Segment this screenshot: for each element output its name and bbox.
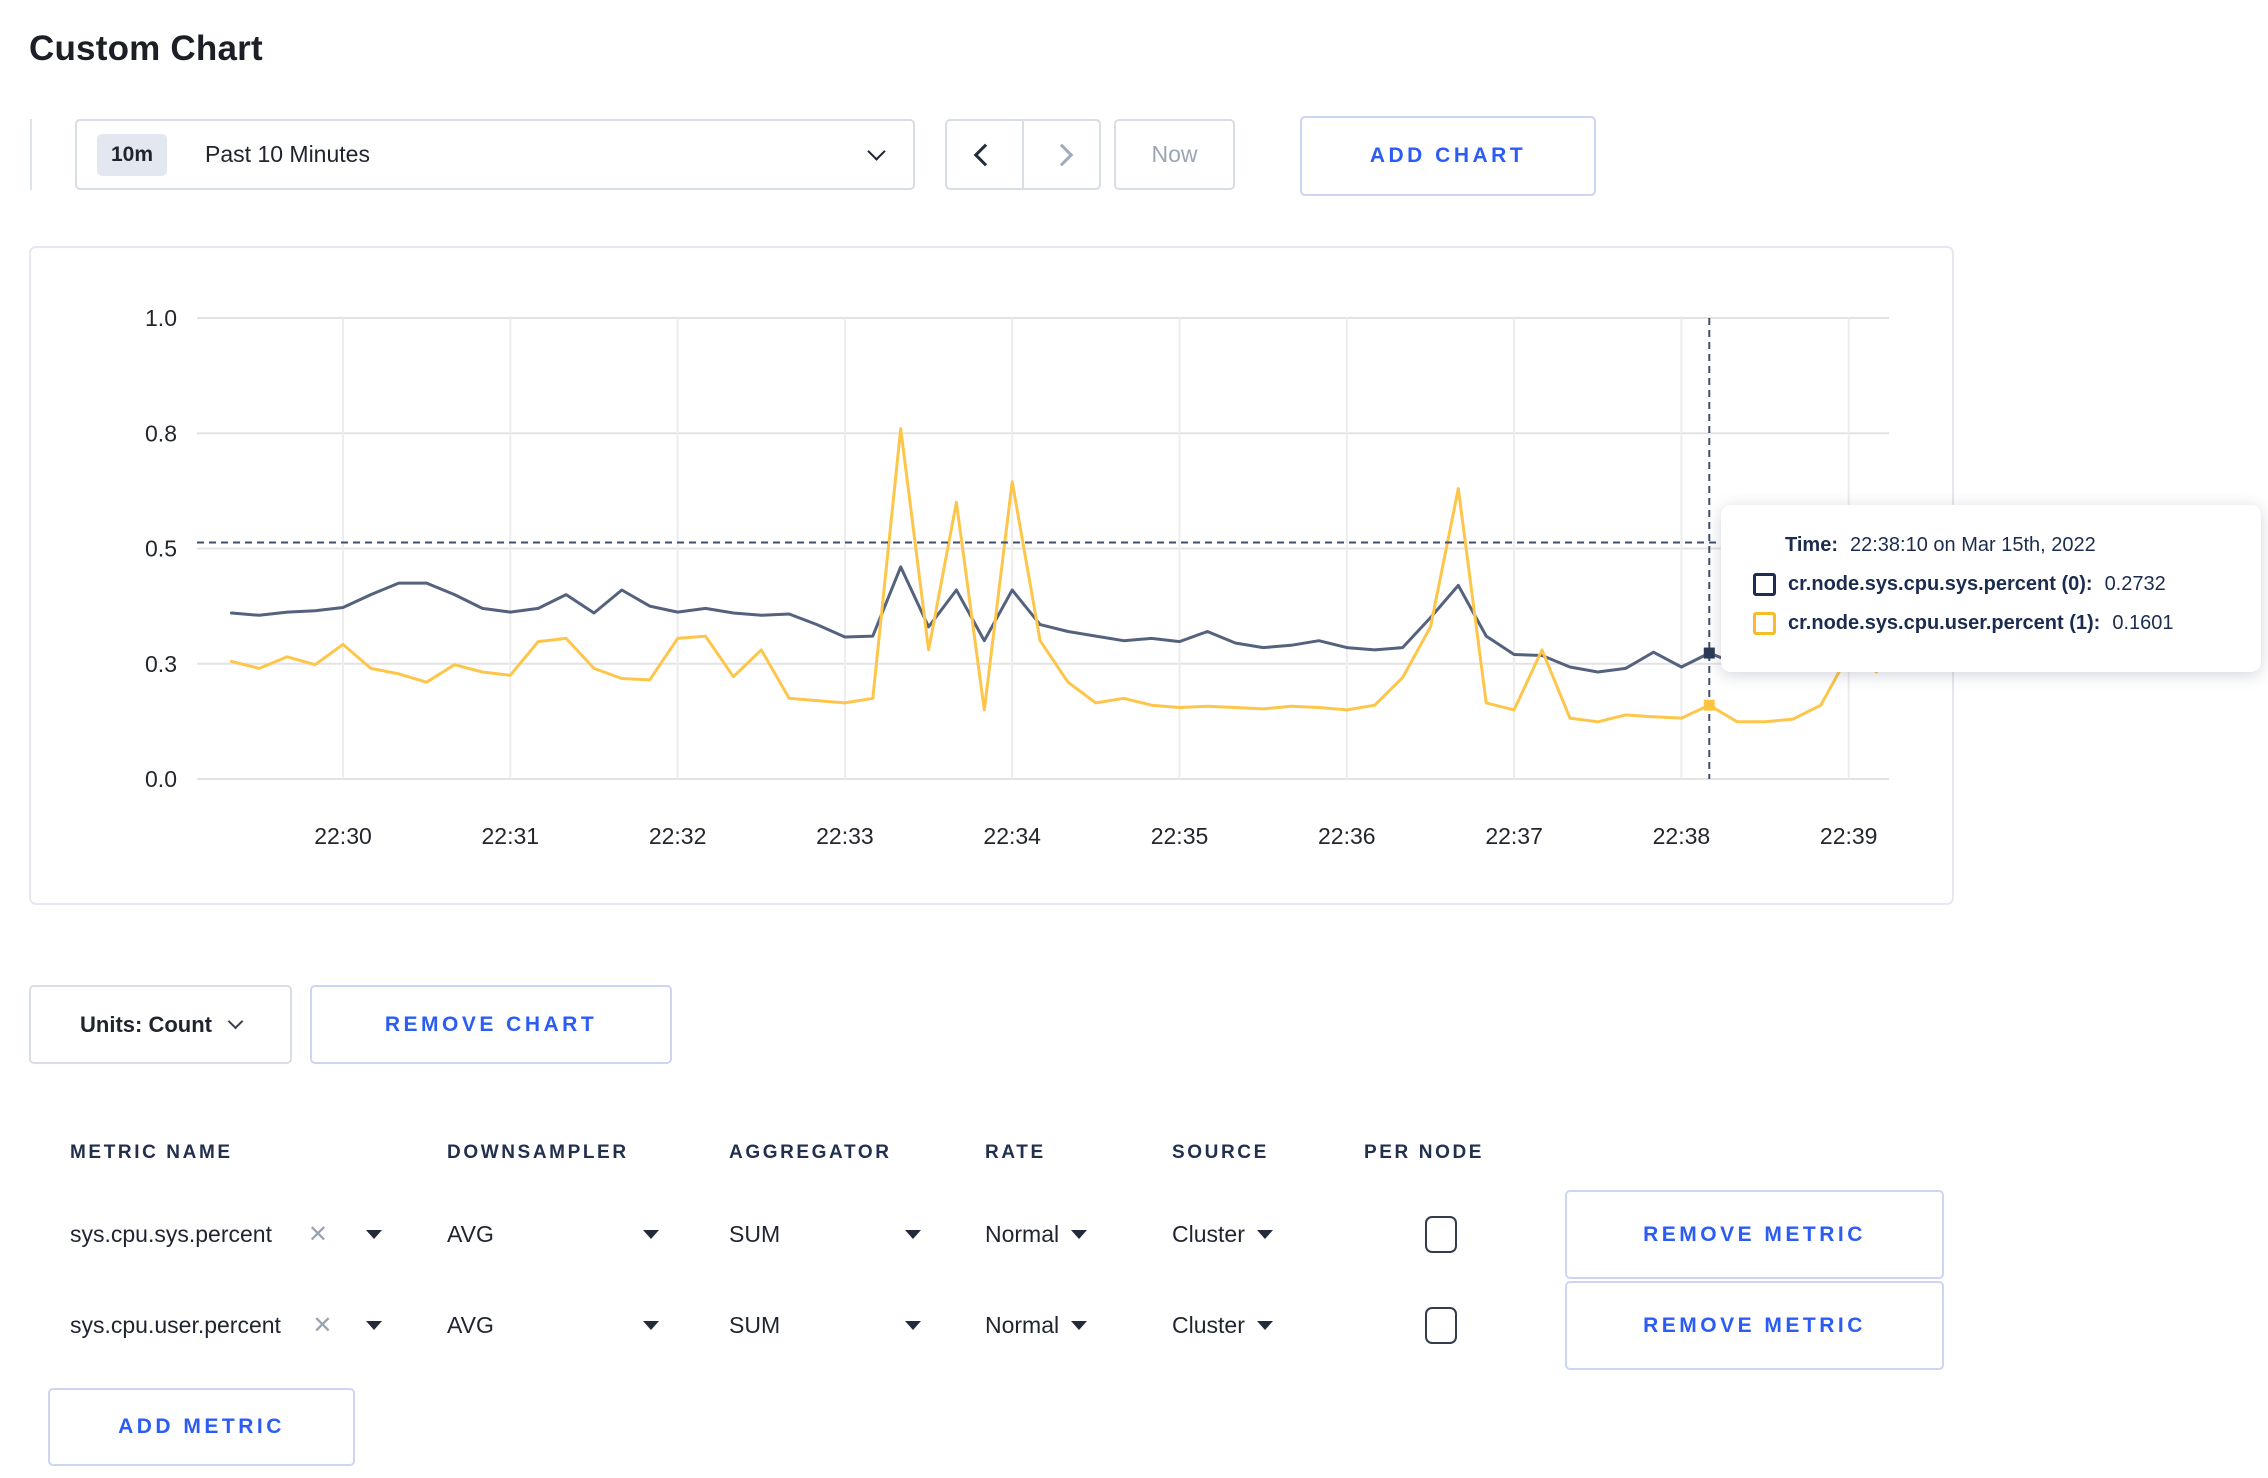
chart-card: 0.0 0.3 0.5 0.8 1.0 22:30 22:31 22:32 22:33 22:34… — [29, 246, 1954, 905]
downsampler-select[interactable]: AVG — [447, 1221, 659, 1248]
rate-select[interactable]: Normal — [985, 1221, 1172, 1248]
caret-down-icon — [366, 1321, 382, 1330]
column-header-metric-name: METRIC NAME — [70, 1142, 233, 1163]
page-title: Custom Chart — [29, 29, 263, 69]
sys-series-swatch-icon — [1753, 572, 1776, 596]
caret-down-icon — [365, 1230, 382, 1239]
caret-down-icon — [1071, 1230, 1088, 1239]
user-series-swatch-icon — [1753, 611, 1776, 635]
metric-name-select[interactable]: sys.cpu.user.percent ✕ — [70, 1311, 382, 1340]
remove-metric-button[interactable]: REMOVE METRIC — [1565, 1190, 1944, 1279]
svg-text:22:39: 22:39 — [1820, 823, 1878, 849]
svg-text:22:38: 22:38 — [1653, 823, 1711, 849]
chevron-down-icon — [867, 142, 886, 161]
column-header-aggregator: AGGREGATOR — [729, 1142, 892, 1163]
source-value: Cluster — [1172, 1221, 1245, 1247]
caret-down-icon — [1256, 1321, 1273, 1330]
svg-text:22:34: 22:34 — [983, 823, 1041, 849]
svg-text:22:37: 22:37 — [1485, 823, 1543, 849]
svg-text:0.8: 0.8 — [145, 420, 177, 446]
source-value: Cluster — [1172, 1312, 1245, 1338]
clear-metric-icon[interactable]: ✕ — [308, 1220, 328, 1249]
caret-down-icon — [1256, 1230, 1273, 1239]
column-header-downsampler: DOWNSAMPLER — [447, 1142, 629, 1163]
rate-value: Normal — [985, 1221, 1060, 1247]
tooltip-series-value: 0.2732 — [2104, 572, 2166, 595]
timeframe-label: Past 10 Minutes — [205, 141, 370, 167]
aggregator-value: SUM — [729, 1221, 781, 1247]
svg-text:0.3: 0.3 — [145, 651, 177, 677]
tooltip-series-row: cr.node.sys.cpu.sys.percent (0): 0.2732 — [1753, 569, 2261, 599]
per-node-checkbox[interactable] — [1425, 1216, 1457, 1253]
metric-name-value: sys.cpu.sys.percent — [70, 1221, 272, 1247]
tooltip-series-label: cr.node.sys.cpu.user.percent (1): — [1788, 611, 2101, 634]
downsampler-value: AVG — [447, 1221, 494, 1247]
rate-select[interactable]: Normal — [985, 1312, 1172, 1339]
clear-metric-icon[interactable]: ✕ — [312, 1311, 332, 1340]
time-nav-group — [945, 119, 1101, 190]
svg-text:22:32: 22:32 — [649, 823, 707, 849]
aggregator-select[interactable]: SUM — [729, 1221, 921, 1248]
chevron-down-icon — [227, 1013, 244, 1030]
svg-text:22:30: 22:30 — [314, 823, 372, 849]
remove-metric-button[interactable]: REMOVE METRIC — [1565, 1281, 1944, 1370]
column-header-per-node: PER NODE — [1364, 1142, 1485, 1163]
remove-chart-button[interactable]: REMOVE CHART — [310, 985, 672, 1064]
caret-down-icon — [1071, 1321, 1088, 1330]
cpu-percent-chart[interactable]: 0.0 0.3 0.5 0.8 1.0 22:30 22:31 22:32 22:33 22:34… — [31, 248, 1952, 903]
per-node-checkbox[interactable] — [1425, 1307, 1457, 1344]
svg-text:0.5: 0.5 — [145, 536, 177, 562]
caret-down-icon — [905, 1230, 921, 1239]
chevron-left-icon — [973, 143, 996, 166]
time-forward-button[interactable] — [1023, 119, 1101, 190]
source-select[interactable]: Cluster — [1172, 1312, 1364, 1339]
tooltip-series-row: cr.node.sys.cpu.user.percent (1): 0.1601 — [1753, 608, 2261, 638]
column-header-rate: RATE — [985, 1142, 1046, 1163]
caret-down-icon — [905, 1321, 921, 1330]
tooltip-time-value: 22:38:10 on Mar 15th, 2022 — [1849, 533, 2096, 556]
metric-row: sys.cpu.user.percent ✕ AVG SUM Normal Cl… — [29, 1280, 1954, 1371]
chart-hover-tooltip: Time: 22:38:10 on Mar 15th, 2022 cr.node… — [1721, 505, 2261, 672]
tooltip-time-row: Time: 22:38:10 on Mar 15th, 2022 — [1785, 530, 2261, 560]
add-metric-button[interactable]: ADD METRIC — [48, 1388, 355, 1466]
aggregator-select[interactable]: SUM — [729, 1312, 921, 1339]
downsampler-value: AVG — [447, 1312, 494, 1338]
svg-text:22:36: 22:36 — [1318, 823, 1376, 849]
svg-text:22:31: 22:31 — [482, 823, 540, 849]
chevron-right-icon — [1050, 143, 1073, 166]
tooltip-series-label: cr.node.sys.cpu.sys.percent (0): — [1788, 572, 2093, 595]
time-back-button[interactable] — [945, 119, 1023, 190]
svg-text:22:35: 22:35 — [1151, 823, 1209, 849]
caret-down-icon — [643, 1321, 659, 1330]
caret-down-icon — [643, 1230, 659, 1239]
metrics-table-header: METRIC NAME DOWNSAMPLER AGGREGATOR RATE … — [29, 1117, 1954, 1189]
downsampler-select[interactable]: AVG — [447, 1312, 659, 1339]
metric-name-value: sys.cpu.user.percent — [70, 1312, 281, 1338]
tooltip-series-value: 0.1601 — [2112, 611, 2174, 634]
metric-row: sys.cpu.sys.percent ✕ AVG SUM Normal Clu… — [29, 1189, 1954, 1280]
now-button[interactable]: Now — [1114, 119, 1235, 190]
timeframe-select[interactable]: 10m Past 10 Minutes — [75, 119, 915, 190]
svg-text:22:33: 22:33 — [816, 823, 874, 849]
column-header-source: SOURCE — [1172, 1142, 1269, 1163]
metric-name-select[interactable]: sys.cpu.sys.percent ✕ — [70, 1220, 382, 1249]
tooltip-time-label: Time: — [1785, 533, 1838, 556]
units-label: Units: Count — [80, 1011, 212, 1037]
source-select[interactable]: Cluster — [1172, 1221, 1364, 1248]
metrics-table: METRIC NAME DOWNSAMPLER AGGREGATOR RATE … — [29, 1117, 1954, 1371]
add-chart-button[interactable]: ADD CHART — [1300, 116, 1596, 196]
timeframe-badge: 10m — [97, 133, 168, 176]
units-select[interactable]: Units: Count — [29, 985, 292, 1064]
svg-text:1.0: 1.0 — [145, 305, 177, 331]
aggregator-value: SUM — [729, 1312, 781, 1338]
toolbar-divider — [30, 119, 32, 190]
svg-text:0.0: 0.0 — [145, 766, 177, 792]
rate-value: Normal — [985, 1312, 1060, 1338]
